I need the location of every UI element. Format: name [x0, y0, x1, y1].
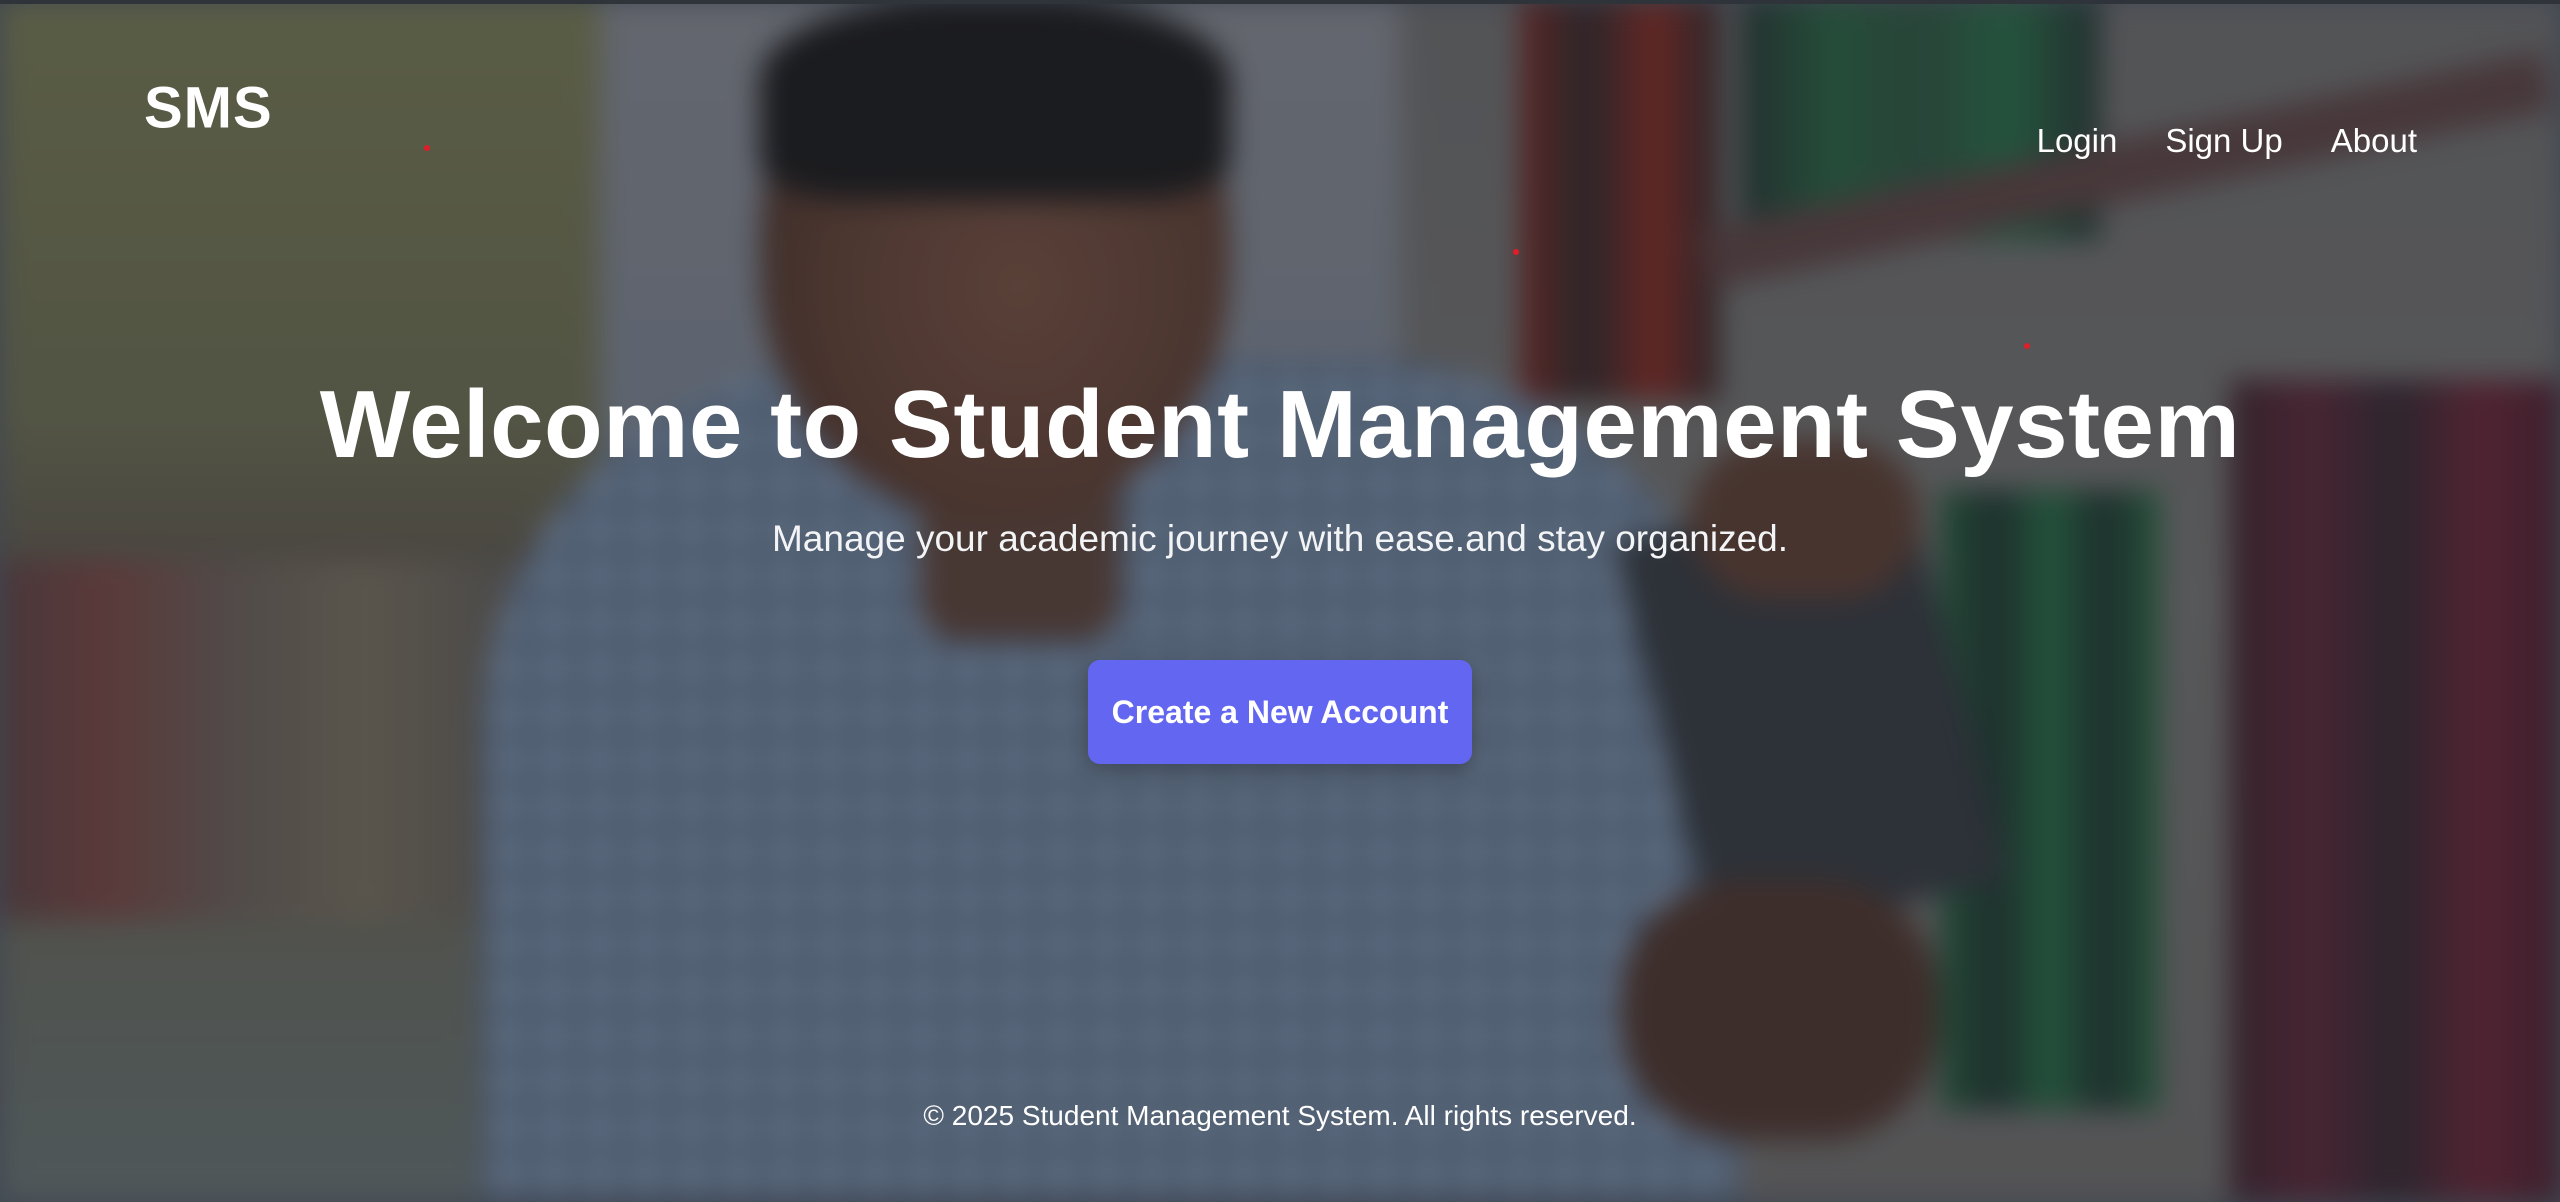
hero-subtitle: Manage your academic journey with ease.a…	[771, 518, 1789, 559]
footer-copyright: © 2025 Student Management System. All ri…	[923, 1100, 1637, 1131]
hero-title: Welcome to Student Management System	[319, 371, 2241, 478]
create-account-button[interactable]: Create a New Account	[1088, 660, 1472, 764]
hero-section: SMS Login Sign Up About Welcome to Stude…	[0, 0, 2560, 1202]
hero-content: Welcome to Student Management System Man…	[0, 0, 2560, 1202]
